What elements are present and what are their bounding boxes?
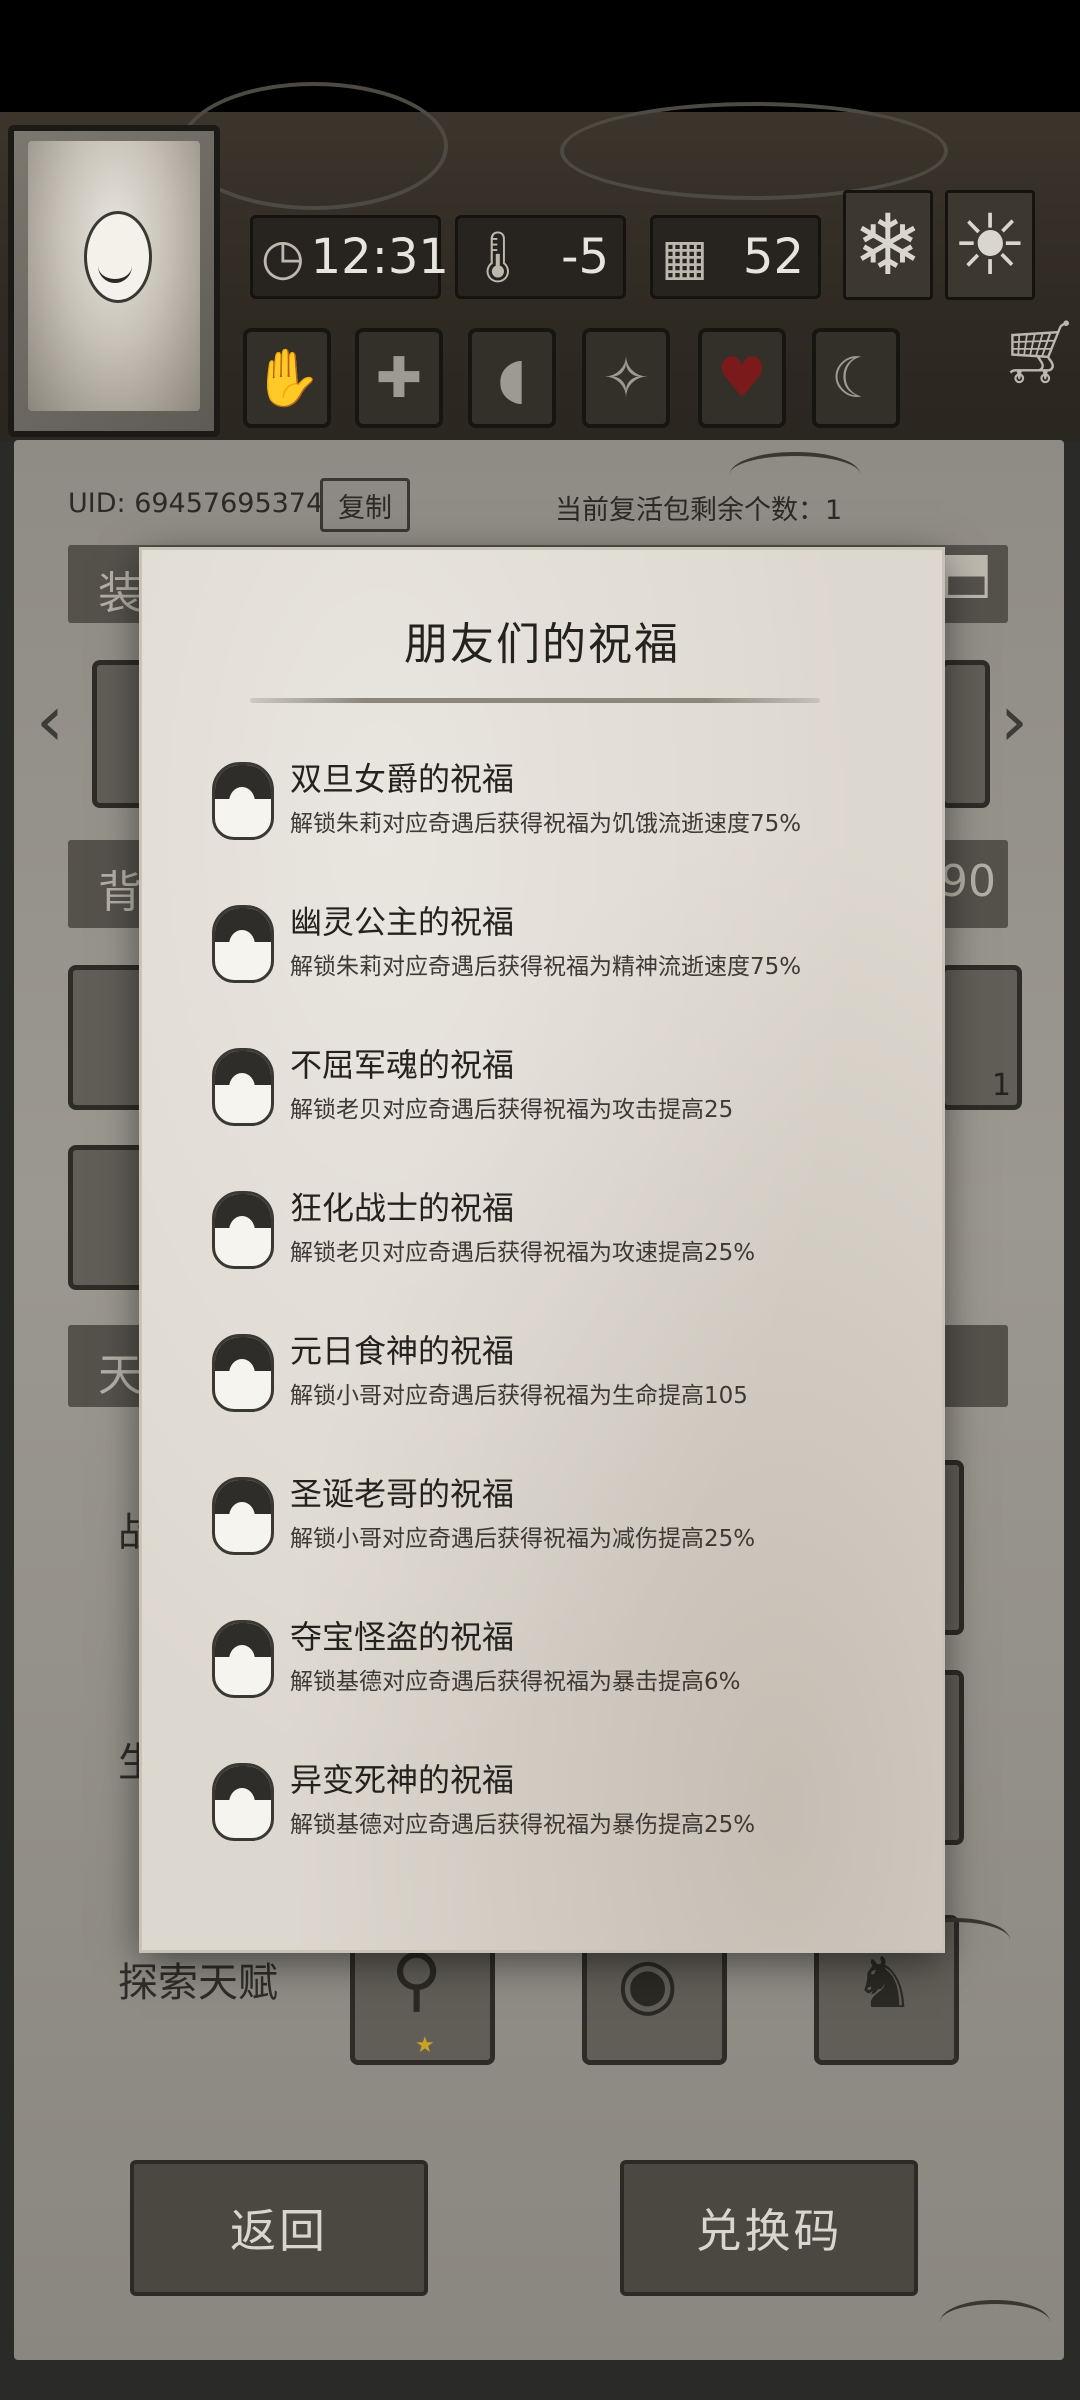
blessing-item-2[interactable]: 幽灵公主的祝福 解锁朱莉对应奇遇后获得祝福为精神流逝速度75% — [212, 897, 912, 1007]
thermometer-icon: 🌡︎ — [466, 227, 530, 286]
vine-decoration — [560, 102, 948, 200]
snowflake-icon[interactable]: ❄ — [843, 190, 933, 300]
blessing-desc: 解锁朱莉对应奇遇后获得祝福为精神流逝速度75% — [290, 954, 802, 980]
blessing-title: 夺宝怪盗的祝福 — [290, 1618, 515, 1656]
portrait-image — [28, 141, 200, 411]
health-cross-icon[interactable]: ✚ — [355, 328, 443, 428]
duchess-avatar-icon — [212, 762, 274, 840]
blessing-item-7[interactable]: 夺宝怪盗的祝福 解锁基德对应奇遇后获得祝福为暴击提高6% — [212, 1612, 912, 1722]
clock-icon: ◷ — [261, 228, 305, 286]
back-button[interactable]: 返回 — [130, 2160, 428, 2296]
day-value: 52 — [742, 229, 804, 285]
magnifier-icon: ⚲ — [391, 1938, 443, 2020]
twig-decoration — [730, 452, 860, 496]
star-icon: ★ — [415, 2033, 435, 2058]
blessing-desc: 解锁基德对应奇遇后获得祝福为暴伤提高25% — [290, 1812, 756, 1838]
ghost-princess-avatar-icon — [212, 905, 274, 983]
soldier-avatar-icon — [212, 1048, 274, 1126]
blessing-item-6[interactable]: 圣诞老哥的祝福 解锁小哥对应奇遇后获得祝福为减伤提高25% — [212, 1469, 912, 1579]
character-portrait[interactable] — [8, 125, 220, 437]
fox-icon: ♞ — [853, 1942, 916, 2024]
stomach-icon[interactable]: ◖ — [468, 328, 556, 428]
explore-talent-label: 探索天赋 — [118, 1960, 278, 2006]
blessing-item-5[interactable]: 元日食神的祝福 解锁小哥对应奇遇后获得祝福为生命提高105 — [212, 1326, 912, 1436]
blessing-title: 圣诞老哥的祝福 — [290, 1475, 515, 1513]
blessing-item-4[interactable]: 狂化战士的祝福 解锁老贝对应奇遇后获得祝福为攻速提高25% — [212, 1183, 912, 1293]
heart-icon[interactable]: ♥ — [698, 328, 786, 428]
chevron-left-icon[interactable]: ‹ — [36, 680, 64, 762]
blessing-title: 狂化战士的祝福 — [290, 1189, 515, 1227]
time-value: 12:31 — [310, 229, 449, 285]
blessings-modal: 朋友们的祝福 双旦女爵的祝福 解锁朱莉对应奇遇后获得祝福为饥饿流逝速度75% 幽… — [142, 550, 942, 1950]
reaper-avatar-icon — [212, 1763, 274, 1841]
blessing-title: 元日食神的祝福 — [290, 1332, 515, 1370]
blessing-title: 不屈军魂的祝福 — [290, 1046, 515, 1084]
calendar-icon: ▦ — [661, 228, 709, 286]
blessing-desc: 解锁朱莉对应奇遇后获得祝福为饥饿流逝速度75% — [290, 811, 802, 837]
eye-icon: ◉ — [617, 1942, 679, 2024]
blessing-item-8[interactable]: 异变死神的祝福 解锁基德对应奇遇后获得祝福为暴伤提高25% — [212, 1755, 912, 1865]
backpack-slot[interactable] — [68, 965, 150, 1110]
vine-decoration — [180, 82, 448, 210]
blessing-item-1[interactable]: 双旦女爵的祝福 解锁朱莉对应奇遇后获得祝福为饥饿流逝速度75% — [212, 754, 912, 864]
blessing-title: 异变死神的祝福 — [290, 1761, 515, 1799]
backpack-slot[interactable]: 1 — [940, 965, 1022, 1110]
sun-icon[interactable]: ☀ — [945, 190, 1035, 300]
moon-star-icon[interactable]: ☾ — [812, 328, 900, 428]
blessing-title: 幽灵公主的祝福 — [290, 903, 515, 941]
blessing-desc: 解锁小哥对应奇遇后获得祝福为生命提高105 — [290, 1383, 748, 1409]
backpack-section-title: 背 — [98, 867, 142, 918]
redeem-code-button[interactable]: 兑换码 — [620, 2160, 918, 2296]
food-god-avatar-icon — [212, 1334, 274, 1412]
talent-section-title: 天 — [98, 1350, 142, 1401]
blessing-desc: 解锁老贝对应奇遇后获得祝福为攻击提高25 — [290, 1097, 734, 1123]
chevron-right-icon[interactable]: › — [1000, 680, 1028, 762]
day-counter: ▦ 52 — [650, 215, 821, 299]
equipment-slot[interactable] — [940, 660, 990, 808]
thief-avatar-icon — [212, 1620, 274, 1698]
system-status-bar — [0, 0, 1080, 112]
copy-button[interactable]: 复制 — [320, 478, 410, 532]
hand-bandage-icon[interactable]: ✋ — [243, 328, 331, 428]
mind-icon[interactable]: ✧ — [582, 328, 670, 428]
twig-decoration — [940, 2300, 1050, 2344]
clock-display: ◷ 12:31 — [250, 215, 449, 299]
blessing-item-3[interactable]: 不屈军魂的祝福 解锁老贝对应奇遇后获得祝福为攻击提高25 — [212, 1040, 912, 1150]
berserker-avatar-icon — [212, 1191, 274, 1269]
santa-avatar-icon — [212, 1477, 274, 1555]
temperature-value: -5 — [561, 229, 609, 285]
boot-icon[interactable]: ⬒ — [940, 540, 1010, 622]
shopping-cart-icon[interactable]: 🛒︎ — [1000, 315, 1079, 389]
blessing-desc: 解锁基德对应奇遇后获得祝福为暴击提高6% — [290, 1669, 741, 1695]
character-face — [84, 211, 152, 303]
title-divider — [250, 698, 820, 703]
equipment-section-title: 装 — [98, 568, 142, 619]
uid-label: UID: 694576953745 — [68, 488, 341, 519]
temperature-display: 🌡︎ -5 — [455, 215, 626, 299]
backpack-slot[interactable] — [68, 1145, 150, 1290]
blessing-desc: 解锁小哥对应奇遇后获得祝福为减伤提高25% — [290, 1526, 756, 1552]
blessing-desc: 解锁老贝对应奇遇后获得祝福为攻速提高25% — [290, 1240, 756, 1266]
modal-title: 朋友们的祝福 — [404, 619, 680, 670]
blessing-title: 双旦女爵的祝福 — [290, 760, 515, 798]
item-count: 1 — [991, 1068, 1011, 1103]
